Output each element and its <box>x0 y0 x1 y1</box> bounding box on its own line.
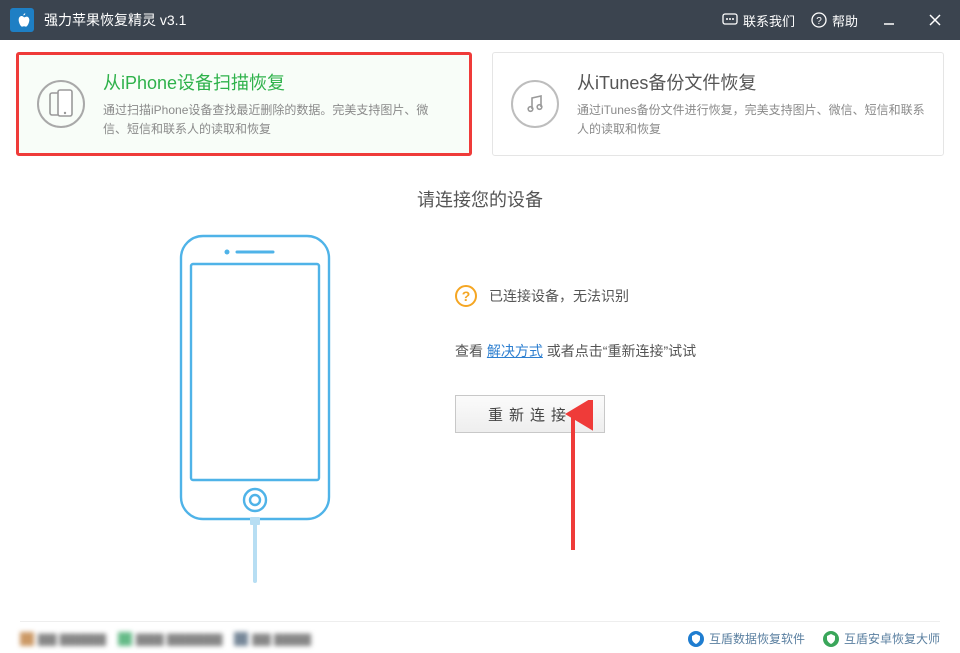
mode-desc: 通过iTunes备份文件进行恢复，完美支持图片、微信、短信和联系人的读取和恢复 <box>577 101 925 139</box>
connect-heading: 请连接您的设备 <box>0 186 960 212</box>
warning-icon: ? <box>455 285 477 307</box>
mode-card-iphone-scan[interactable]: 从iPhone设备扫描恢复 通过扫描iPhone设备查找最近删除的数据。完美支持… <box>16 52 472 156</box>
cable-icon <box>253 523 257 583</box>
footer-link-android-recovery[interactable]: 互盾安卓恢复大师 <box>823 630 940 647</box>
minimize-button[interactable] <box>874 0 904 40</box>
music-note-icon <box>511 80 559 128</box>
footer: ▇▇ ▇▇▇▇▇ ▇▇▇ ▇▇▇▇▇▇ ▇▇ ▇▇▇▇ 互盾数据恢复软件 互盾安… <box>20 621 940 647</box>
phone-illustration <box>175 230 335 583</box>
help-label: 帮助 <box>832 11 858 30</box>
contact-us-button[interactable]: 联系我们 <box>722 11 795 30</box>
mode-card-itunes-backup[interactable]: 从iTunes备份文件恢复 通过iTunes备份文件进行恢复，完美支持图片、微信… <box>492 52 944 156</box>
contact-label: 联系我们 <box>743 11 795 30</box>
footer-blurred-items: ▇▇ ▇▇▇▇▇ ▇▇▇ ▇▇▇▇▇▇ ▇▇ ▇▇▇▇ <box>20 632 311 646</box>
shield-icon <box>688 631 704 647</box>
close-button[interactable] <box>920 0 950 40</box>
phone-icon <box>37 80 85 128</box>
titlebar: 强力苹果恢复精灵 v3.1 联系我们 ? 帮助 <box>0 0 960 40</box>
status-message: 已连接设备，无法识别 <box>489 286 629 306</box>
footer-link-data-recovery[interactable]: 互盾数据恢复软件 <box>688 630 805 647</box>
mode-desc: 通过扫描iPhone设备查找最近删除的数据。完美支持图片、微信、短信和联系人的读… <box>103 101 451 139</box>
hint-text: 查看 解决方式 或者点击“重新连接”试试 <box>455 341 785 361</box>
svg-text:?: ? <box>816 16 822 27</box>
status-panel: ? 已连接设备，无法识别 查看 解决方式 或者点击“重新连接”试试 重新连接 <box>455 230 785 433</box>
annotation-arrow-icon <box>553 400 593 560</box>
main-content: 请连接您的设备 ? 已连接设备，无法识别 查看 解决方 <box>0 156 960 583</box>
help-button[interactable]: ? 帮助 <box>811 11 858 30</box>
app-title: 强力苹果恢复精灵 v3.1 <box>44 10 722 30</box>
app-logo-icon <box>10 8 34 32</box>
solution-link[interactable]: 解决方式 <box>487 343 543 359</box>
mode-selector: 从iPhone设备扫描恢复 通过扫描iPhone设备查找最近删除的数据。完美支持… <box>0 40 960 156</box>
mode-title: 从iTunes备份文件恢复 <box>577 69 925 95</box>
shield-icon <box>823 631 839 647</box>
mode-title: 从iPhone设备扫描恢复 <box>103 69 451 95</box>
